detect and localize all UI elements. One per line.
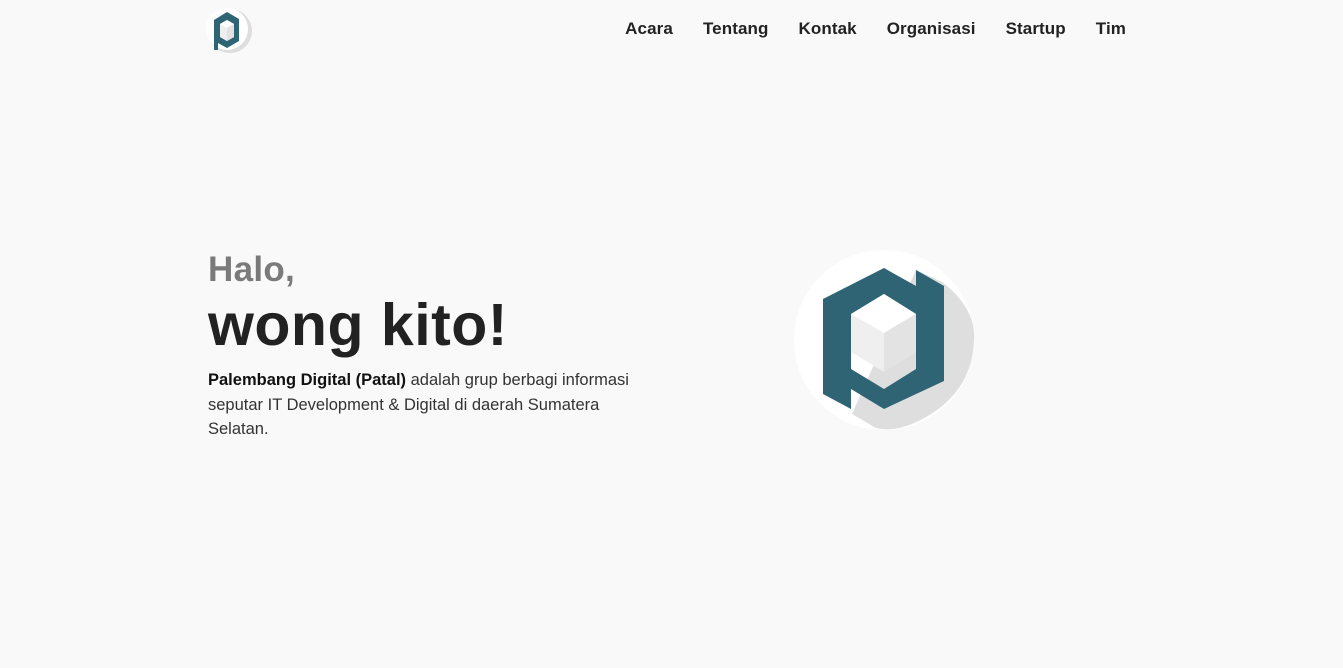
hero-description: Palembang Digital (Patal) adalah grup be… — [208, 368, 648, 442]
hero-logo-svg — [794, 250, 975, 430]
nav-item-organisasi[interactable]: Organisasi — [887, 19, 976, 39]
nav-item-kontak[interactable]: Kontak — [798, 19, 856, 39]
patal-logo-svg — [206, 8, 252, 53]
hero-greeting: Halo, — [208, 250, 296, 289]
hero-section: Halo, wong kito! Palembang Digital (Pata… — [208, 248, 668, 442]
hero-logo-icon — [792, 248, 976, 432]
nav-item-startup[interactable]: Startup — [1006, 19, 1066, 39]
hero-headline: wong kito! — [208, 292, 508, 358]
nav-item-tim[interactable]: Tim — [1096, 19, 1126, 39]
nav-item-acara[interactable]: Acara — [625, 19, 673, 39]
landing-page: Acara Tentang Kontak Organisasi Startup … — [0, 0, 1343, 668]
hero-description-strong: Palembang Digital (Patal) — [208, 371, 407, 389]
nav-item-tentang[interactable]: Tentang — [703, 19, 769, 39]
patal-logo-icon[interactable] — [206, 6, 252, 54]
site-header: Acara Tentang Kontak Organisasi Startup … — [0, 0, 1343, 58]
main-nav: Acara Tentang Kontak Organisasi Startup … — [600, 18, 1140, 40]
